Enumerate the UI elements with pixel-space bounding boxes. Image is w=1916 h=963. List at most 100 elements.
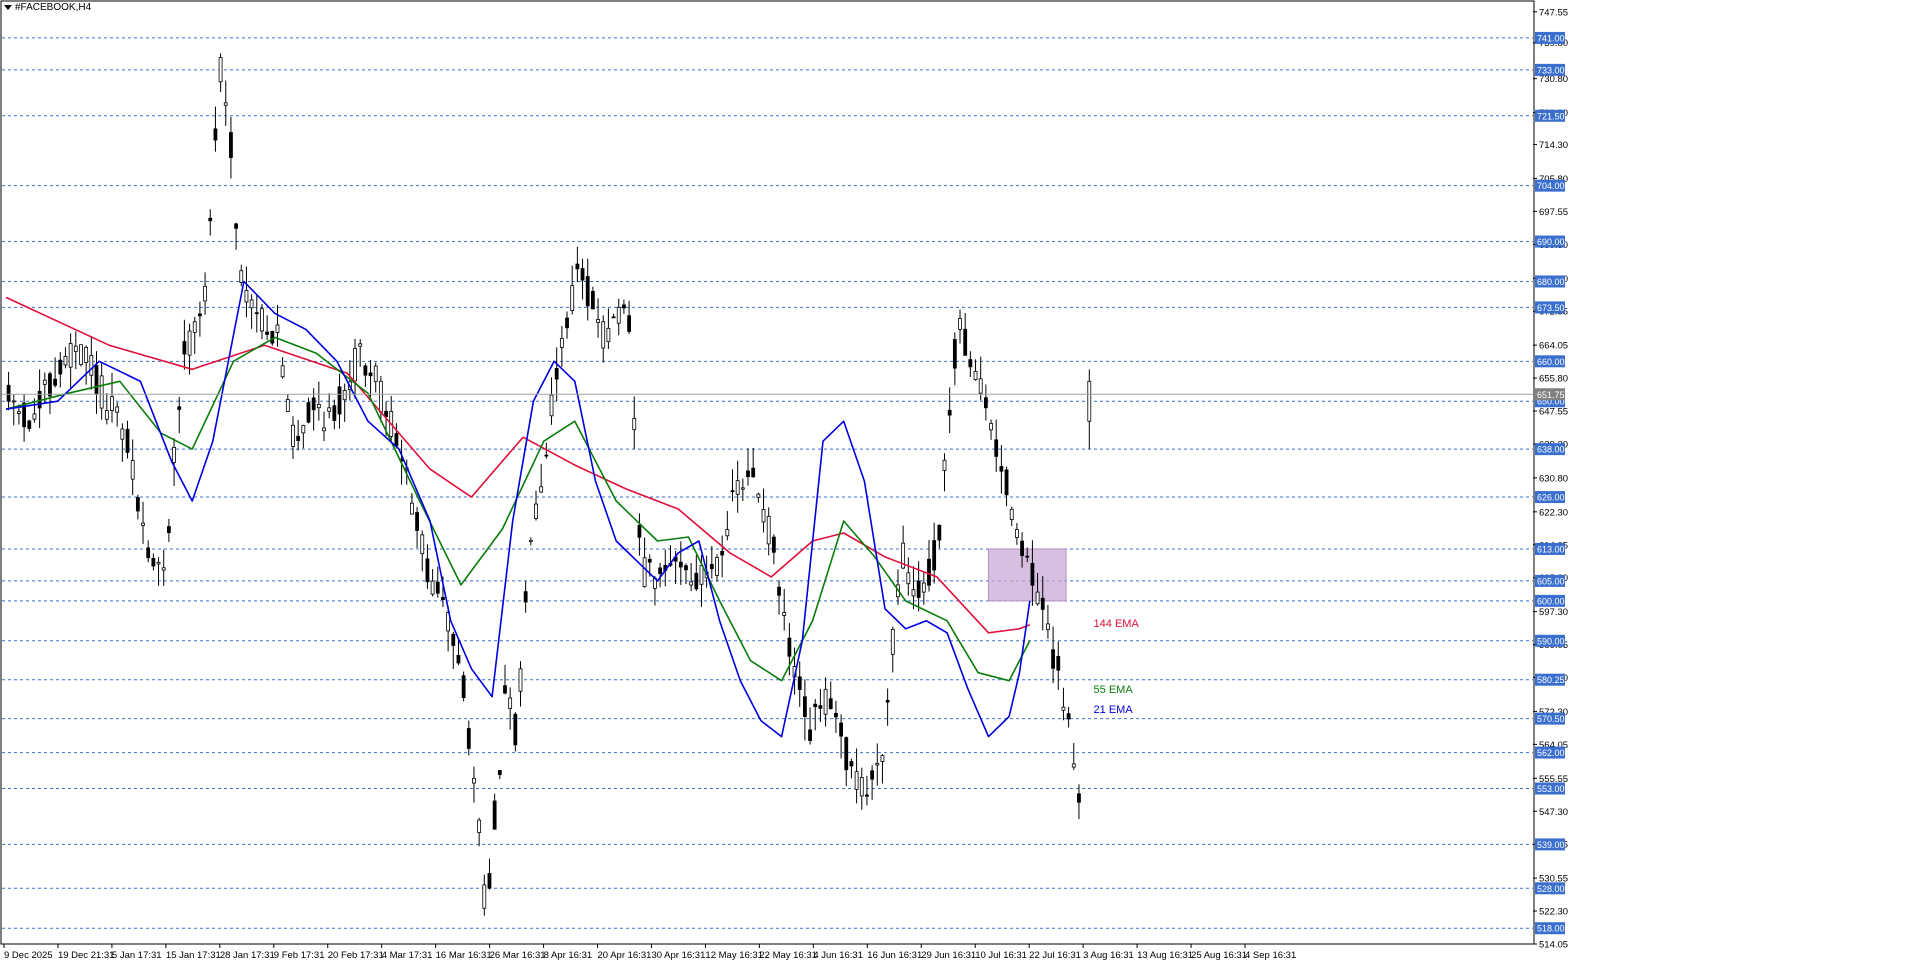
time-tick-label: 30 Apr 16:31	[651, 950, 705, 961]
level-tag-label: 638.00	[1537, 445, 1565, 455]
candle-body	[27, 420, 32, 429]
candle-body	[544, 454, 549, 457]
candle-body	[270, 331, 275, 344]
ema-lines	[5, 280, 1031, 738]
time-tick-label: 4 Mar 17:31	[382, 950, 433, 961]
candle-body	[720, 551, 725, 556]
candle-body	[218, 57, 223, 83]
price-axis: 747.55739.80730.80722.30714.30705.80697.…	[1533, 7, 1568, 951]
candle-body	[482, 884, 487, 909]
price-tick-label: 714.30	[1539, 140, 1568, 151]
candle-body	[166, 526, 171, 534]
time-tick-label: 20 Feb 17:31	[328, 950, 384, 961]
candle-body	[1004, 469, 1009, 496]
candle-body	[492, 800, 497, 830]
price-tick-label: 522.30	[1539, 907, 1568, 918]
level-tag-label: 733.00	[1537, 65, 1565, 75]
triangle-down-icon[interactable]	[4, 5, 12, 10]
ema144-line	[5, 296, 1031, 634]
candle-body	[104, 410, 109, 420]
candle-body	[425, 558, 430, 583]
time-tick-label: 16 Jun 16:31	[867, 950, 922, 961]
symbol-text: #FACEBOOK,H4	[15, 2, 92, 13]
candle-body	[880, 755, 885, 762]
candle-body	[870, 770, 875, 780]
candle-body	[999, 466, 1004, 472]
time-tick-label: 4 Sep 16:31	[1245, 950, 1296, 961]
candle-body	[746, 470, 750, 478]
price-tick-label: 514.05	[1539, 940, 1568, 951]
candle-body	[161, 567, 166, 571]
candle-body	[622, 304, 626, 309]
candle-body	[958, 318, 962, 330]
candle-body	[435, 581, 440, 594]
candle-body	[187, 330, 192, 356]
candle-body	[223, 102, 228, 106]
time-tick-label: 16 Mar 16:31	[436, 950, 492, 961]
candle-body	[611, 316, 616, 319]
candle-body	[32, 413, 37, 420]
candle-body	[1014, 529, 1019, 538]
level-tag-label: 600.00	[1537, 596, 1565, 606]
candle-body	[927, 558, 931, 586]
candle-body	[766, 516, 771, 545]
ema-annotation: 144 EMA	[1093, 617, 1139, 630]
time-tick-label: 13 Aug 16:31	[1137, 950, 1193, 961]
candle-body	[503, 685, 507, 694]
candle-body	[601, 321, 606, 349]
price-tick-label: 747.55	[1539, 7, 1568, 18]
candle-body	[590, 290, 595, 310]
level-tag-label: 528.00	[1537, 884, 1565, 894]
time-tick-label: 15 Jan 17:31	[166, 950, 221, 961]
time-tick-label: 4 Jun 16:31	[813, 950, 863, 961]
candle-body	[58, 359, 63, 375]
candle-body	[285, 399, 290, 412]
candle-body	[110, 396, 114, 412]
symbol-label[interactable]: #FACEBOOK,H4	[4, 2, 91, 13]
candle-body	[42, 379, 47, 385]
ema55-line	[5, 336, 1031, 682]
candle-body	[337, 386, 342, 415]
candle-body	[518, 668, 523, 692]
candle-body	[818, 705, 823, 709]
candle-body	[327, 407, 332, 412]
candle-body	[1040, 597, 1045, 610]
level-tag-label: 721.50	[1537, 111, 1565, 121]
current-price-label: 651.75	[1537, 390, 1565, 400]
candle-body	[316, 404, 321, 409]
candle-body	[280, 365, 285, 378]
candle-body	[311, 397, 316, 411]
candle-body	[301, 424, 306, 434]
candle-body	[84, 346, 89, 363]
candle-body	[921, 582, 926, 593]
time-axis: 9 Dec 2025 19 Dec 21:315 Jan 17:31 15 Jan …	[3, 944, 1296, 961]
time-tick-label: 8 Apr 16:31	[544, 950, 593, 961]
candle-body	[260, 308, 264, 332]
candle-body	[844, 737, 849, 771]
candle-body	[549, 394, 554, 417]
candle-body	[694, 572, 699, 590]
price-chart[interactable]: 747.55739.80730.80722.30714.30705.80697.…	[0, 0, 1916, 963]
candle-body	[947, 409, 952, 416]
candle-body	[487, 873, 492, 889]
time-tick-label: 28 Jan 17:31	[220, 950, 275, 961]
candle-body	[208, 217, 213, 222]
candle-body	[265, 331, 270, 335]
candle-body	[782, 612, 787, 616]
candle-body	[994, 439, 999, 457]
candles	[6, 53, 1092, 916]
candle-body	[890, 628, 895, 655]
candle-body	[539, 486, 544, 493]
candle-body	[141, 522, 145, 526]
candle-body	[363, 365, 368, 376]
candle-body	[420, 534, 425, 555]
candle-body	[787, 637, 792, 657]
price-tick-label: 622.30	[1539, 507, 1568, 518]
price-tick-label: 630.80	[1539, 473, 1568, 484]
candle-body	[699, 565, 704, 585]
candle-body	[637, 524, 642, 538]
candle-body	[1051, 649, 1055, 669]
candle-body	[234, 223, 239, 229]
price-tick-label: 655.80	[1539, 374, 1568, 385]
candle-body	[461, 675, 466, 699]
